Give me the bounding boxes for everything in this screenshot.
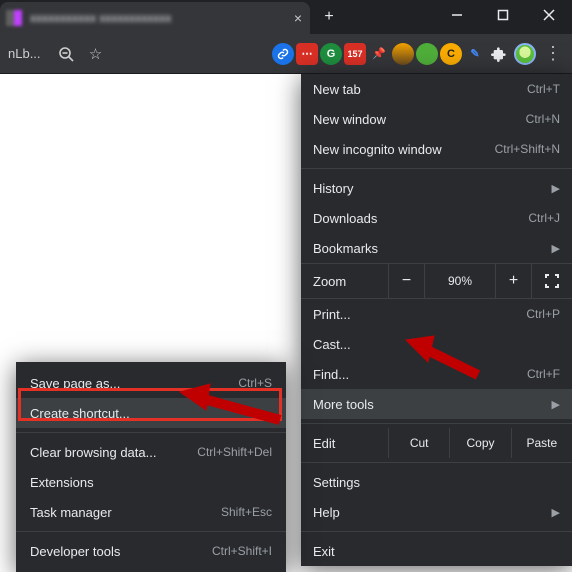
zoom-label: Zoom [301,264,389,298]
extension-gmail-badge[interactable]: 157 [344,43,366,65]
extension-link-icon[interactable] [272,43,294,65]
menu-label: Clear browsing data... [30,445,156,460]
menu-new-tab[interactable]: New tab Ctrl+T [301,74,572,104]
menu-cast[interactable]: Cast... [301,329,572,359]
menu-shortcut: Ctrl+Shift+I [212,544,272,558]
menu-shortcut: Ctrl+S [238,376,272,390]
menu-shortcut: Ctrl+P [526,307,560,321]
extensions-puzzle-icon[interactable] [488,43,510,65]
menu-label: Print... [313,307,351,322]
window-close-button[interactable] [526,0,572,30]
menu-label: New incognito window [313,142,442,157]
menu-label: Settings [313,475,360,490]
menu-label: Find... [313,367,349,382]
menu-label: New window [313,112,386,127]
menu-label: Developer tools [30,544,120,559]
edit-cut-button[interactable]: Cut [389,428,450,458]
zoom-icon[interactable] [52,40,80,68]
menu-new-incognito[interactable]: New incognito window Ctrl+Shift+N [301,134,572,164]
bookmark-star-icon[interactable]: ☆ [82,40,110,68]
window-minimize-button[interactable] [434,0,480,30]
menu-separator [301,462,572,463]
menu-help[interactable]: Help ▶ [301,497,572,527]
menu-print[interactable]: Print... Ctrl+P [301,299,572,329]
menu-shortcut: Ctrl+J [528,211,560,225]
menu-downloads[interactable]: Downloads Ctrl+J [301,203,572,233]
edit-paste-button[interactable]: Paste [512,428,572,458]
menu-find[interactable]: Find... Ctrl+F [301,359,572,389]
menu-separator [301,168,572,169]
window-maximize-button[interactable] [480,0,526,30]
chevron-right-icon: ▶ [552,398,560,411]
tab-favicon [6,10,22,26]
menu-label: Exit [313,544,335,559]
zoom-percent: 90% [425,264,496,298]
window-titlebar: xxxxxxxxxxx xxxxxxxxxxxx × + [0,0,572,34]
close-tab-icon[interactable]: × [294,10,302,26]
menu-shortcut: Ctrl+F [527,367,560,381]
submenu-task-manager[interactable]: Task manager Shift+Esc [16,497,286,527]
browser-tab[interactable]: xxxxxxxxxxx xxxxxxxxxxxx × [0,2,310,34]
extension-red-icon[interactable]: ⋯ [296,43,318,65]
submenu-extensions[interactable]: Extensions [16,467,286,497]
new-tab-button[interactable]: + [318,6,340,28]
submenu-create-shortcut[interactable]: Create shortcut... [16,398,286,428]
extension-frog-icon[interactable] [416,43,438,65]
chevron-right-icon: ▶ [552,182,560,195]
extensions-row: ⋯ G 157 📌 C ✎ [272,43,510,65]
extension-c-icon[interactable]: C [440,43,462,65]
menu-new-window[interactable]: New window Ctrl+N [301,104,572,134]
address-fragment: nLb... [8,46,41,61]
extension-grammarly-icon[interactable]: G [320,43,342,65]
pin-icon[interactable]: 📌 [368,43,390,65]
submenu-save-page[interactable]: Save page as... Ctrl+S [16,368,286,398]
browser-toolbar: nLb... ☆ ⋯ G 157 📌 C ✎ ⋮ [0,34,572,74]
menu-shortcut: Ctrl+T [527,82,560,96]
menu-edit-row: Edit Cut Copy Paste [301,428,572,458]
more-tools-submenu: Save page as... Ctrl+S Create shortcut..… [16,362,286,572]
menu-shortcut: Shift+Esc [221,505,272,519]
zoom-in-button[interactable]: + [496,264,532,298]
menu-label: Save page as... [30,376,120,391]
menu-shortcut: Ctrl+Shift+N [495,142,560,156]
menu-label: Bookmarks [313,241,378,256]
zoom-out-button[interactable]: − [389,264,425,298]
chevron-right-icon: ▶ [552,242,560,255]
page-content-area [0,74,290,354]
chevron-right-icon: ▶ [552,506,560,519]
menu-label: Downloads [313,211,377,226]
menu-settings[interactable]: Settings [301,467,572,497]
menu-zoom-row: Zoom − 90% + [301,263,572,299]
menu-more-tools[interactable]: More tools ▶ [301,389,572,419]
menu-label: Create shortcut... [30,406,130,421]
menu-history[interactable]: History ▶ [301,173,572,203]
menu-separator [16,531,286,532]
menu-label: More tools [313,397,374,412]
menu-separator [16,432,286,433]
menu-shortcut: Ctrl+Shift+Del [197,445,272,459]
menu-separator [301,423,572,424]
menu-label: Task manager [30,505,112,520]
chrome-main-menu: New tab Ctrl+T New window Ctrl+N New inc… [301,74,572,566]
menu-shortcut: Ctrl+N [526,112,560,126]
menu-separator [301,531,572,532]
extension-badger-icon[interactable] [392,43,414,65]
menu-bookmarks[interactable]: Bookmarks ▶ [301,233,572,263]
submenu-clear-browsing-data[interactable]: Clear browsing data... Ctrl+Shift+Del [16,437,286,467]
menu-label: Extensions [30,475,94,490]
fullscreen-button[interactable] [532,264,572,298]
profile-avatar[interactable] [514,43,536,65]
menu-label: New tab [313,82,361,97]
tab-title: xxxxxxxxxxx xxxxxxxxxxxx [30,11,286,25]
edit-label: Edit [301,428,389,458]
chrome-menu-button[interactable]: ⋮ [540,41,566,67]
menu-label: Cast... [313,337,351,352]
menu-label: History [313,181,353,196]
menu-label: Help [313,505,340,520]
submenu-developer-tools[interactable]: Developer tools Ctrl+Shift+I [16,536,286,566]
extension-pen-icon[interactable]: ✎ [464,43,486,65]
menu-exit[interactable]: Exit [301,536,572,566]
edit-copy-button[interactable]: Copy [450,428,511,458]
